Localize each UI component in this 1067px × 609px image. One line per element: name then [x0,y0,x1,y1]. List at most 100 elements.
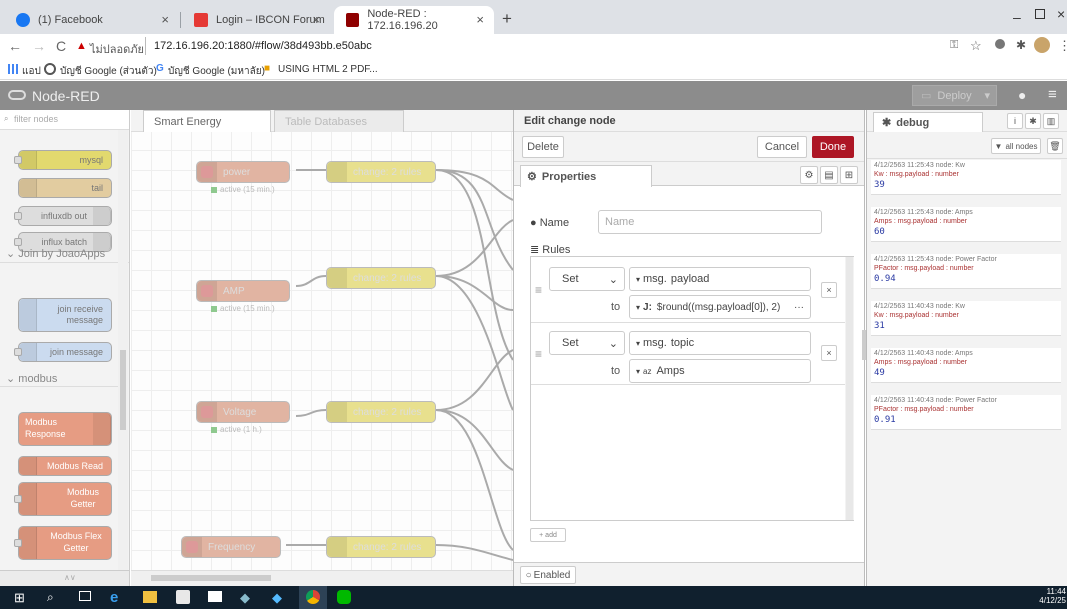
remove-rule-icon[interactable]: × [821,345,837,361]
value-input[interactable]: ▾ J: $round((msg.payload[0]), 2) ··· [629,295,811,319]
mail-icon[interactable] [208,591,222,602]
category-join[interactable]: ⌄ Join by JoaoApps [6,247,105,260]
edge-icon[interactable]: e [110,589,118,606]
trash-icon[interactable]: 🗑 [1047,138,1063,154]
inject-node-frequency[interactable]: Frequency [181,536,281,558]
name-input[interactable]: Name [598,210,822,234]
hamburger-menu-icon[interactable]: ≡ [1048,86,1057,103]
search-icon[interactable]: ⌕ [47,590,54,605]
deploy-button[interactable]: ▭ Deploy ▾ [912,85,997,106]
forward-icon[interactable]: → [32,38,46,54]
palette-node-join-message[interactable]: join message [14,342,112,362]
target-input[interactable]: ▾ msg. payload [629,267,811,291]
close-tab-icon[interactable]: × [476,12,484,27]
value-input[interactable]: ▾ az Amps [629,359,811,383]
tab-debug[interactable]: ✱ debug [873,112,983,132]
browser-tab-strip: (1) Facebook × Login – IBCON Forum × Nod… [0,0,1067,34]
close-window-icon[interactable]: × [1057,6,1065,22]
dashboard-icon[interactable]: ▥ [1043,113,1059,129]
extension-icon[interactable] [995,39,1005,49]
action-select[interactable]: Set ⌄ [549,267,625,291]
debug-message[interactable]: 4/12/2563 11:40:43 node: Amps Amps : msg.… [871,348,1061,383]
app-icon[interactable]: ◆ [240,590,250,606]
change-node-1[interactable]: change: 2 rules [326,161,436,183]
windows-start-icon[interactable]: ⊞ [14,590,25,606]
bookmark-google-personal[interactable]: บัญชี Google (ส่วนตัว) [60,64,157,79]
collapse-icon[interactable]: ∧∨ [64,573,76,582]
inject-node-power[interactable]: power [196,161,290,183]
palette-node-modbus-flex-getter[interactable]: Modbus Flex Getter [14,526,112,560]
bug-tab-icon[interactable]: ✱ [1025,113,1041,129]
store-icon[interactable] [176,590,190,604]
drag-handle-icon[interactable]: ≡ [535,347,542,361]
minimize-icon[interactable]: – [1013,9,1021,25]
appearance-icon[interactable]: ⊞ [840,166,858,184]
star-icon[interactable]: ☆ [970,38,982,54]
target-input[interactable]: ▾ msg. topic [629,331,811,355]
palette-node-tail[interactable]: tail [18,178,112,198]
change-node-4[interactable]: change: 2 rules [326,536,436,558]
remove-rule-icon[interactable]: × [821,282,837,298]
avatar[interactable] [1034,37,1050,53]
chrome-taskbar-button[interactable] [299,586,327,609]
reload-icon[interactable]: C [56,38,66,54]
task-view-icon[interactable] [79,591,91,601]
settings-icon[interactable]: ⚙ [800,166,818,184]
inject-node-amp[interactable]: AMP [196,280,290,302]
palette-filter[interactable]: ⌕ filter nodes [0,110,129,130]
enabled-toggle[interactable]: ○ Enabled [520,566,576,584]
add-rule-button[interactable]: + add [530,528,566,542]
palette-node-mysql[interactable]: mysql [14,150,112,170]
change-node-2[interactable]: change: 2 rules [326,267,436,289]
bookmark-apps[interactable]: แอป [22,64,41,79]
drag-handle-icon[interactable]: ≡ [535,283,542,297]
bookmark-html2pdf[interactable]: USING HTML 2 PDF... [278,64,378,75]
palette-node-join-receive[interactable]: join receive message [18,298,112,332]
info-icon[interactable]: i [1007,113,1023,129]
palette-node-modbus-read[interactable]: Modbus Read [18,456,112,476]
sidebar-resize-handle[interactable] [862,330,866,360]
tab-properties[interactable]: ⚙ Properties [520,165,652,187]
clock[interactable]: 11:44 4/12/25 [1036,587,1066,605]
puzzle-icon[interactable]: ✱ [1016,38,1026,52]
tab-node-red[interactable]: Node-RED : 172.16.196.20 × [334,6,494,34]
palette-scrollbar[interactable] [118,130,128,570]
key-icon[interactable]: ⚿ [950,39,958,52]
debug-message[interactable]: 4/12/2563 11:40:43 node: Kw Kw : msg.payl… [871,301,1061,336]
app-icon[interactable]: ◆ [272,590,282,606]
tab-ibcon[interactable]: Login – IBCON Forum × [182,6,330,34]
inject-node-voltage[interactable]: Voltage [196,401,290,423]
back-icon[interactable]: ← [8,38,22,54]
flow-workspace[interactable]: Smart Energy Table Databases power activ… [131,110,513,586]
description-icon[interactable]: ▤ [820,166,838,184]
close-tab-icon[interactable]: × [161,12,169,27]
delete-button[interactable]: Delete [522,136,564,158]
new-tab-button[interactable]: + [502,9,512,29]
filter-button[interactable]: ▼ all nodes [991,138,1041,154]
chevron-down-icon[interactable]: ▾ [984,89,990,102]
file-explorer-icon[interactable] [143,591,157,603]
user-icon[interactable]: ● [1018,87,1026,103]
change-node-3[interactable]: change: 2 rules [326,401,436,423]
debug-message[interactable]: 4/12/2563 11:25:43 node: Power Factor PFa… [871,254,1061,289]
palette-node-modbus-response[interactable]: Modbus Response [18,412,112,446]
debug-message[interactable]: 4/12/2563 11:40:43 node: Power Factor PFa… [871,395,1061,430]
category-modbus[interactable]: ⌄ modbus [6,372,57,385]
line-icon[interactable] [337,590,351,604]
done-button[interactable]: Done [812,136,854,158]
debug-message[interactable]: 4/12/2563 11:25:43 node: Amps Amps : msg.… [871,207,1061,242]
palette-node-influxdb-out[interactable]: influxdb out [14,206,112,226]
maximize-icon[interactable] [1035,9,1045,19]
apps-icon[interactable] [8,64,18,74]
close-tab-icon[interactable]: × [312,12,320,27]
bookmark-google-university[interactable]: บัญชี Google (มหาลัย) [168,64,265,79]
debug-message[interactable]: 4/12/2563 11:25:43 node: Kw Kw : msg.payl… [871,160,1061,195]
url-field[interactable]: 172.16.196.20:1880/#flow/38d493bb.e50abc [154,40,372,52]
filter-input[interactable]: filter nodes [14,114,58,124]
tab-facebook[interactable]: (1) Facebook × [4,6,179,34]
menu-kebab-icon[interactable]: ⋮ [1058,38,1067,54]
action-select[interactable]: Set ⌄ [549,331,625,355]
workspace-scrollbar[interactable] [131,570,513,586]
cancel-button[interactable]: Cancel [757,136,807,158]
palette-node-modbus-getter[interactable]: Modbus Getter [14,482,112,516]
